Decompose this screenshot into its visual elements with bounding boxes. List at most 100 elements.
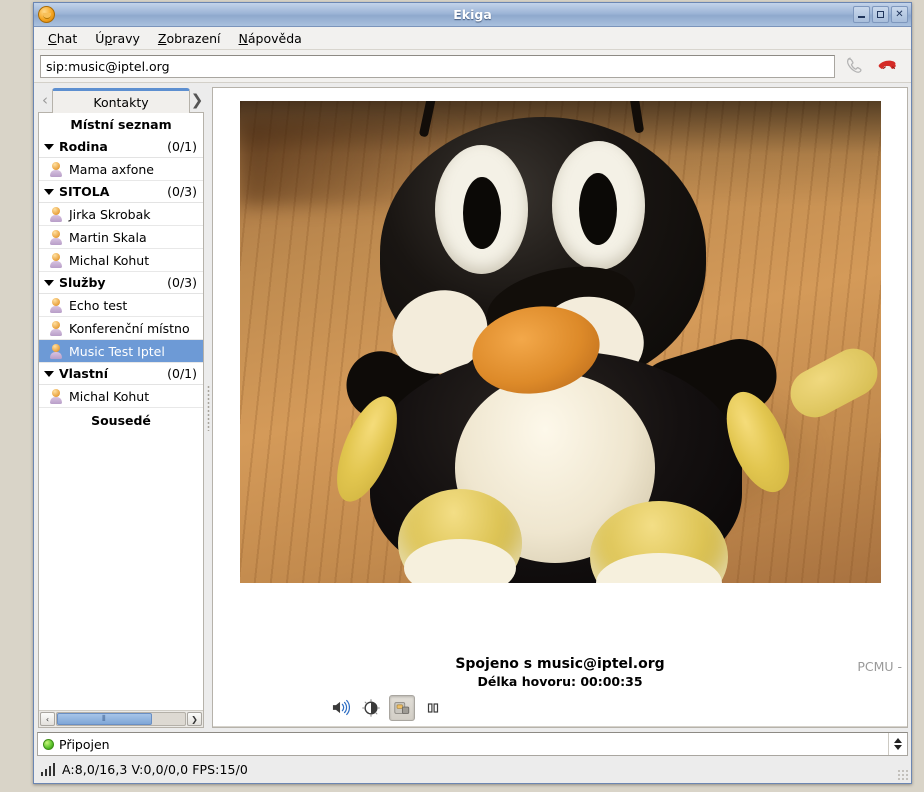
title-bar[interactable]: Ekiga ✕ <box>34 3 911 27</box>
contact-list-item-selected[interactable]: Music Test Iptel <box>39 340 203 363</box>
contact-name: Konferenční místno <box>69 320 190 336</box>
contact-name: Jirka Skrobak <box>69 206 151 222</box>
video-settings-button[interactable] <box>389 694 415 721</box>
uri-toolbar <box>34 50 911 83</box>
group-count: (0/3) <box>167 184 197 199</box>
expander-triangle-icon[interactable] <box>44 370 54 377</box>
expander-triangle-icon[interactable] <box>44 279 54 286</box>
contact-avatar-icon <box>50 343 62 359</box>
contact-list-item[interactable]: Jirka Skrobak <box>39 203 203 226</box>
maximize-button[interactable] <box>872 6 889 23</box>
tab-kontakty[interactable]: Kontakty <box>52 88 190 113</box>
group-name: Vlastní <box>59 366 108 381</box>
menu-bar: Chat Úpravy Zobrazení Nápověda <box>34 27 911 50</box>
tab-next-arrow-icon[interactable]: ❯ <box>190 88 204 112</box>
group-name: Rodina <box>59 139 108 154</box>
expander-triangle-icon[interactable] <box>44 188 54 195</box>
scroll-right-icon[interactable]: ❯ <box>187 712 202 726</box>
main-split: ‹ Kontakty ❯ Místní seznam Rodina (0/1) <box>34 83 911 730</box>
brightness-contrast-button[interactable] <box>358 695 384 721</box>
contact-name: Martin Skala <box>69 229 147 245</box>
group-name: SITOLA <box>59 184 110 199</box>
contact-name: Echo test <box>69 297 128 313</box>
minimize-button[interactable] <box>853 6 870 23</box>
scrollbar-track[interactable]: ⦀ <box>56 712 186 726</box>
ekiga-app-icon <box>38 6 55 23</box>
pane-splitter[interactable] <box>204 85 212 730</box>
window-controls: ✕ <box>853 6 908 23</box>
contact-list-item[interactable]: Konferenční místno <box>39 317 203 340</box>
contact-list-item[interactable]: Michal Kohut <box>39 249 203 272</box>
presence-label: Připojen <box>59 736 110 752</box>
scroll-left-icon[interactable]: ‹ <box>40 712 55 726</box>
contact-list-item[interactable]: Martin Skala <box>39 226 203 249</box>
signal-bars-icon <box>41 763 55 776</box>
menu-upravy[interactable]: Úpravy <box>86 28 149 49</box>
neighbours-title: Sousedé <box>91 413 151 428</box>
roster-title: Místní seznam <box>70 117 172 132</box>
contact-name: Mama axfone <box>69 161 154 177</box>
call-control-bar <box>213 689 907 727</box>
contact-group-header[interactable]: Služby (0/3) <box>39 272 203 294</box>
contact-avatar-icon <box>50 206 62 222</box>
brightness-contrast-icon <box>362 698 380 717</box>
video-settings-icon <box>394 701 410 714</box>
contact-avatar-icon <box>50 297 62 313</box>
audio-volume-icon <box>332 699 350 716</box>
call-duration-text: Délka hovoru: 00:00:35 <box>477 674 643 689</box>
presence-bar: Připojen <box>34 730 911 756</box>
splitter-grip-icon <box>206 384 210 431</box>
video-area <box>213 88 907 647</box>
contact-avatar-icon <box>50 320 62 336</box>
plush-pupil-left <box>462 177 501 249</box>
contact-avatar-icon <box>50 252 62 268</box>
call-status-block: Spojeno s music@iptel.org Délka hovoru: … <box>213 647 907 689</box>
status-bar: A:8,0/16,3 V:0,0/0,0 FPS:15/0 <box>34 756 911 783</box>
group-count: (0/3) <box>167 275 197 290</box>
contact-list[interactable]: Místní seznam Rodina (0/1) Mama axfone S… <box>39 113 203 710</box>
tab-prev-arrow-icon[interactable]: ‹ <box>38 88 52 112</box>
presence-combobox[interactable]: Připojen <box>37 732 908 756</box>
contact-list-hscrollbar[interactable]: ‹ ⦀ ❯ <box>39 710 203 727</box>
contact-name: Music Test Iptel <box>69 343 165 359</box>
group-name: Služby <box>59 275 106 290</box>
contact-group-header[interactable]: SITOLA (0/3) <box>39 181 203 203</box>
plush-pupil-right <box>578 173 617 245</box>
remote-video-display[interactable] <box>239 101 881 583</box>
call-button[interactable] <box>841 53 869 79</box>
combo-arrows-icon[interactable] <box>888 733 906 755</box>
contact-avatar-icon <box>50 388 62 404</box>
menu-chat[interactable]: Chat <box>39 28 86 49</box>
presence-online-icon <box>43 738 54 750</box>
contact-list-item[interactable]: Mama axfone <box>39 158 203 181</box>
call-pane: Spojeno s music@iptel.org Délka hovoru: … <box>212 87 908 728</box>
expander-triangle-icon[interactable] <box>44 143 54 150</box>
contact-avatar-icon <box>50 229 62 245</box>
contact-group-header[interactable]: Vlastní (0/1) <box>39 363 203 385</box>
resize-grip-icon[interactable] <box>897 769 909 781</box>
contact-name: Michal Kohut <box>69 252 150 268</box>
call-connected-text: Spojeno s music@iptel.org <box>455 656 665 672</box>
contact-group-header[interactable]: Rodina (0/1) <box>39 136 203 158</box>
menu-zobrazeni[interactable]: Zobrazení <box>149 28 230 49</box>
close-button[interactable]: ✕ <box>891 6 908 23</box>
menu-napoveda[interactable]: Nápověda <box>230 28 311 49</box>
contact-list-item[interactable]: Michal Kohut <box>39 385 203 408</box>
phone-hangup-icon <box>878 60 896 70</box>
scrollbar-thumb[interactable]: ⦀ <box>57 713 152 725</box>
hangup-button[interactable] <box>875 53 903 79</box>
codec-label: PCMU - <box>857 659 902 674</box>
group-count: (0/1) <box>167 139 197 154</box>
window-title: Ekiga <box>453 7 492 22</box>
pause-call-icon <box>427 702 439 713</box>
pause-call-button[interactable] <box>420 695 446 721</box>
contact-avatar-icon <box>50 161 62 177</box>
audio-volume-button[interactable] <box>327 695 353 721</box>
group-count: (0/1) <box>167 366 197 381</box>
sip-uri-input[interactable] <box>40 54 835 78</box>
contact-list-item[interactable]: Echo test <box>39 294 203 317</box>
tab-strip: ‹ Kontakty ❯ <box>38 87 204 113</box>
ekiga-main-window: Ekiga ✕ Chat Úpravy Zobrazení Nápověda s… <box>33 2 912 784</box>
contact-name: Michal Kohut <box>69 388 150 404</box>
contact-list-frame: Místní seznam Rodina (0/1) Mama axfone S… <box>38 113 204 728</box>
